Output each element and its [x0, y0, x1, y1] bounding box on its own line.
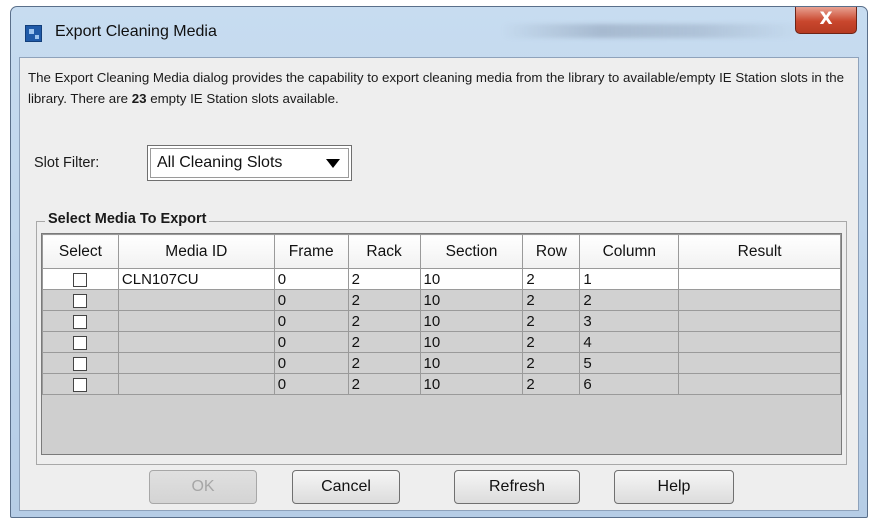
media-id-cell [117, 289, 275, 311]
app-window-icon [25, 25, 42, 42]
column-cell: 4 [579, 331, 680, 353]
table-header-row: Select Media ID Frame Rack Section Row C… [42, 234, 841, 269]
table-row[interactable]: CLN107CU 0 2 10 2 1 [42, 268, 841, 290]
dialog-description: The Export Cleaning Media dialog provide… [28, 67, 858, 109]
export-cleaning-media-dialog: Export Cleaning Media X The Export Clean… [10, 6, 868, 518]
select-checkbox[interactable] [73, 335, 88, 350]
section-cell: 10 [419, 331, 524, 353]
result-cell [678, 331, 841, 353]
frame-cell: 0 [273, 310, 349, 332]
select-cell [42, 310, 119, 332]
result-cell [678, 268, 841, 290]
column-header-media-id[interactable]: Media ID [117, 234, 275, 269]
result-cell [678, 373, 841, 395]
column-header-row[interactable]: Row [522, 234, 581, 269]
column-header-rack[interactable]: Rack [347, 234, 421, 269]
row-cell: 2 [522, 352, 581, 374]
window-title: Export Cleaning Media [55, 23, 217, 40]
media-id-cell [117, 373, 275, 395]
result-cell [678, 352, 841, 374]
frame-cell: 0 [273, 331, 349, 353]
slot-filter-dropdown[interactable]: All Cleaning Slots [147, 145, 352, 181]
rack-cell: 2 [347, 289, 421, 311]
media-id-cell [117, 310, 275, 332]
rack-cell: 2 [347, 331, 421, 353]
media-table: Select Media ID Frame Rack Section Row C… [42, 234, 841, 395]
table-row[interactable]: 0 2 10 2 2 [42, 289, 841, 311]
slot-filter-value: All Cleaning Slots [157, 154, 283, 171]
row-cell: 2 [522, 373, 581, 395]
section-cell: 10 [419, 352, 524, 374]
slot-filter-label: Slot Filter: [34, 155, 100, 171]
select-cell [42, 373, 119, 395]
column-cell: 5 [579, 352, 680, 374]
help-button[interactable]: Help [614, 470, 734, 504]
frame-cell: 0 [273, 289, 349, 311]
frame-cell: 0 [273, 352, 349, 374]
media-id-cell [117, 331, 275, 353]
column-header-frame[interactable]: Frame [273, 234, 349, 269]
rack-cell: 2 [347, 268, 421, 290]
row-cell: 2 [522, 310, 581, 332]
column-header-section[interactable]: Section [419, 234, 524, 269]
table-row[interactable]: 0 2 10 2 3 [42, 310, 841, 332]
column-cell: 1 [579, 268, 680, 290]
result-cell [678, 310, 841, 332]
select-cell [42, 268, 119, 290]
close-button[interactable]: X [795, 7, 857, 34]
select-checkbox[interactable] [73, 272, 88, 287]
section-cell: 10 [419, 289, 524, 311]
dialog-content: The Export Cleaning Media dialog provide… [19, 57, 859, 511]
frame-cell: 0 [273, 373, 349, 395]
media-id-cell [117, 352, 275, 374]
title-bar[interactable]: Export Cleaning Media X [11, 7, 867, 57]
close-icon: X [819, 9, 833, 29]
section-cell: 10 [419, 373, 524, 395]
frame-cell: 0 [273, 268, 349, 290]
cancel-button[interactable]: Cancel [292, 470, 400, 504]
column-header-result[interactable]: Result [678, 234, 841, 269]
chevron-down-icon [326, 159, 340, 168]
media-id-cell: CLN107CU [117, 268, 275, 290]
description-text-2: empty IE Station slots available. [146, 91, 339, 106]
table-row[interactable]: 0 2 10 2 6 [42, 373, 841, 395]
blurred-title-info [501, 24, 801, 38]
media-table-container[interactable]: Select Media ID Frame Rack Section Row C… [41, 233, 842, 455]
table-row[interactable]: 0 2 10 2 4 [42, 331, 841, 353]
select-checkbox[interactable] [73, 293, 88, 308]
select-cell [42, 289, 119, 311]
column-cell: 2 [579, 289, 680, 311]
select-cell [42, 352, 119, 374]
select-cell [42, 331, 119, 353]
row-cell: 2 [522, 268, 581, 290]
ok-button[interactable]: OK [149, 470, 257, 504]
result-cell [678, 289, 841, 311]
row-cell: 2 [522, 331, 581, 353]
column-header-select[interactable]: Select [42, 234, 119, 269]
select-media-group-title: Select Media To Export [45, 211, 210, 227]
rack-cell: 2 [347, 352, 421, 374]
select-checkbox[interactable] [73, 314, 88, 329]
rack-cell: 2 [347, 373, 421, 395]
column-header-column[interactable]: Column [579, 234, 680, 269]
refresh-button[interactable]: Refresh [454, 470, 580, 504]
row-cell: 2 [522, 289, 581, 311]
column-cell: 6 [579, 373, 680, 395]
section-cell: 10 [419, 310, 524, 332]
select-checkbox[interactable] [73, 356, 88, 371]
empty-slot-count: 23 [131, 91, 147, 106]
rack-cell: 2 [347, 310, 421, 332]
table-row[interactable]: 0 2 10 2 5 [42, 352, 841, 374]
section-cell: 10 [419, 268, 524, 290]
select-checkbox[interactable] [73, 377, 88, 392]
column-cell: 3 [579, 310, 680, 332]
